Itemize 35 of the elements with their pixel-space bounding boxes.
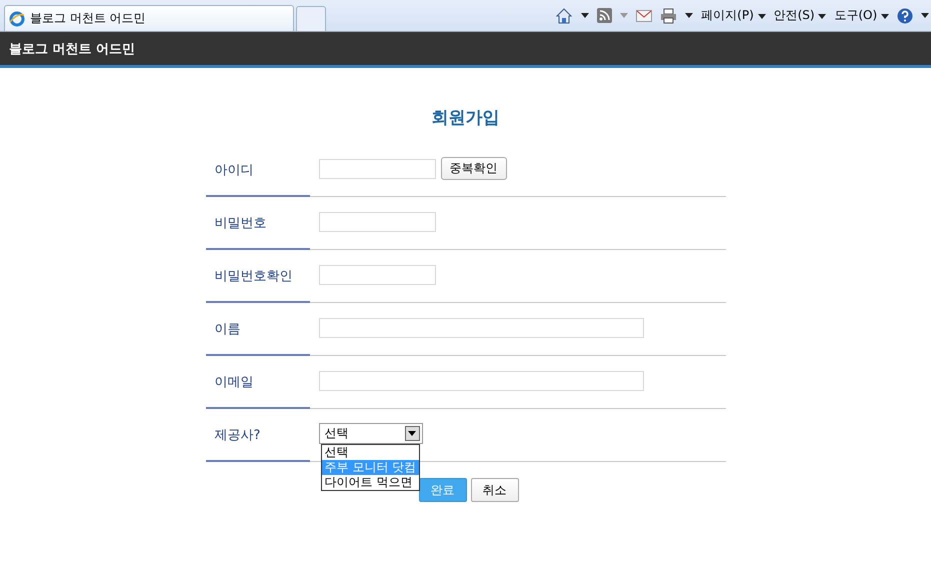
home-icon[interactable]	[555, 6, 574, 24]
help-icon[interactable]	[897, 8, 913, 24]
input-field[interactable]	[318, 158, 436, 178]
caret-icon[interactable]	[581, 13, 590, 18]
field-label: 비밀번호확인	[214, 268, 292, 284]
caret-icon	[881, 14, 889, 19]
caret-icon[interactable]	[921, 13, 929, 18]
dropdown-option[interactable]: 선택	[322, 445, 418, 460]
caret-icon	[818, 14, 826, 19]
input-field[interactable]	[318, 370, 644, 390]
form-title: 회원가입	[432, 107, 500, 129]
toolbar-menu[interactable]: 도구(O)	[834, 7, 889, 24]
printer-icon[interactable]	[660, 8, 678, 24]
field-label: 아이디	[214, 162, 254, 178]
duplicate-check-button[interactable]: 중복확인	[440, 157, 506, 180]
toolbar-menu[interactable]: 페이지(P)	[701, 7, 766, 24]
feed-icon[interactable]	[597, 8, 612, 23]
globe-icon	[9, 10, 25, 26]
field-label: 제공사?	[214, 426, 260, 444]
mail-icon[interactable]	[636, 10, 652, 22]
browser-tab[interactable]: 블로그 머천트 어드민	[4, 5, 294, 31]
field-label: 비밀번호	[214, 214, 266, 232]
input-field[interactable]	[318, 318, 644, 338]
caret-icon[interactable]	[685, 13, 694, 18]
caret-icon	[758, 14, 766, 19]
field-label: 이름	[214, 320, 240, 338]
site-title: 블로그 머천트 어드민	[9, 40, 136, 58]
select-field[interactable]: 선택	[318, 423, 422, 444]
input-field[interactable]	[318, 212, 436, 232]
dropdown-option[interactable]: 다이어트 먹으면	[322, 475, 418, 490]
field-label: 이메일	[214, 374, 254, 390]
toolbar-menu[interactable]: 안전(S)	[774, 7, 826, 24]
cancel-button[interactable]: 취소	[470, 478, 518, 502]
caret-icon	[408, 431, 416, 436]
input-field[interactable]	[318, 264, 436, 284]
